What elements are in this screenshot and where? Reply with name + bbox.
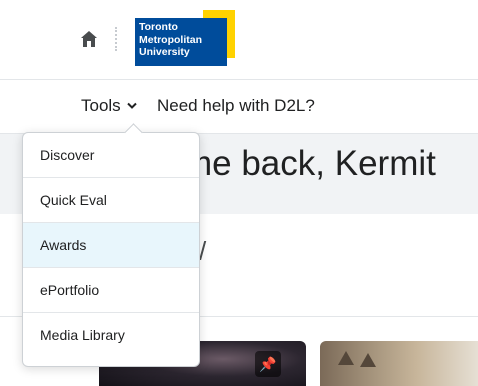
menu-item-discover[interactable]: Discover	[23, 133, 199, 178]
course-card-image-2[interactable]	[320, 341, 478, 386]
image-detail	[338, 351, 354, 365]
help-link[interactable]: Need help with D2L?	[157, 96, 315, 116]
header-separator	[115, 27, 117, 51]
pin-icon[interactable]: 📌	[255, 351, 281, 377]
menu-item-awards[interactable]: Awards	[23, 223, 199, 268]
logo-line-3: University	[139, 46, 190, 58]
chevron-down-icon	[126, 102, 137, 109]
logo-line-2: Metropolitan	[139, 33, 202, 46]
tools-label: Tools	[81, 96, 121, 115]
home-icon[interactable]	[80, 30, 98, 48]
panel-heading-fragment: /	[199, 236, 207, 266]
navigation-bar: Tools Need help with D2L?	[0, 80, 478, 134]
tools-menu-button[interactable]: Tools	[81, 96, 137, 116]
welcome-heading: me back, Kermit	[183, 144, 436, 183]
menu-item-eportfolio[interactable]: ePortfolio	[23, 268, 199, 313]
menu-item-quick-eval[interactable]: Quick Eval	[23, 178, 199, 223]
logo-wordmark: Toronto Metropolitan University	[135, 18, 227, 66]
image-detail	[360, 353, 376, 367]
top-header: Toronto Metropolitan University	[0, 0, 478, 80]
logo-line-1: Toronto	[139, 21, 178, 33]
university-logo[interactable]: Toronto Metropolitan University	[135, 10, 236, 66]
menu-item-media-library[interactable]: Media Library	[23, 313, 199, 358]
tools-dropdown-menu: Discover Quick Eval Awards ePortfolio Me…	[22, 123, 200, 367]
